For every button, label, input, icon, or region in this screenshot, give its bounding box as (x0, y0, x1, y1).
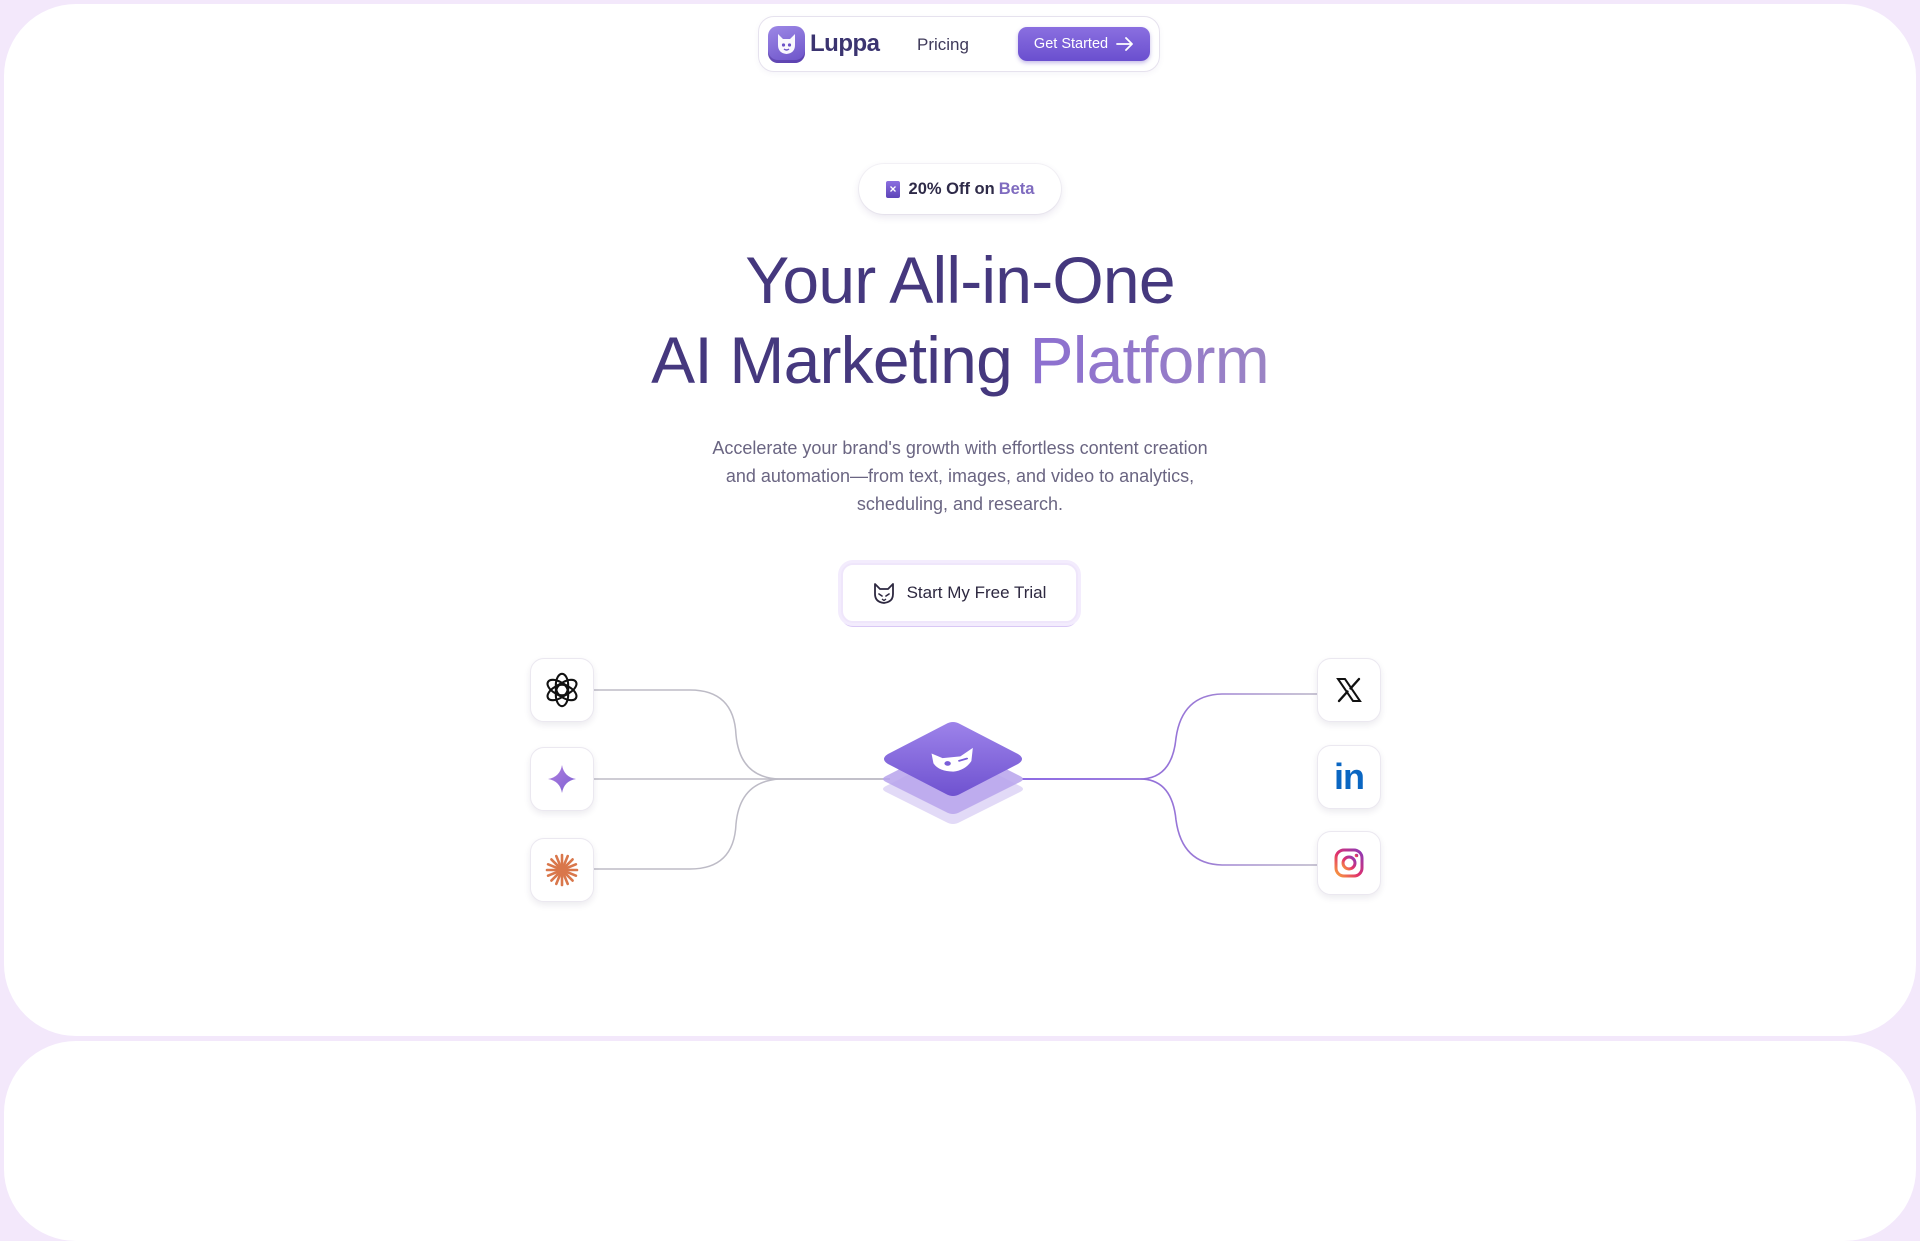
openai-tile[interactable] (530, 658, 594, 722)
gemini-icon (548, 765, 576, 793)
claude-icon (545, 853, 579, 887)
instagram-icon (1334, 848, 1364, 878)
left-connectors (594, 689, 890, 870)
x-icon (1336, 677, 1362, 703)
x-tile[interactable] (1317, 658, 1381, 722)
right-connectors (1022, 693, 1318, 866)
openai-icon (546, 672, 578, 708)
gemini-tile[interactable] (530, 747, 594, 811)
linkedin-icon: in (1334, 756, 1365, 797)
integration-connectors (594, 689, 1318, 870)
luppa-hub-icon (883, 722, 1023, 824)
linkedin-tile[interactable]: in (1317, 745, 1381, 809)
claude-tile[interactable] (530, 838, 594, 902)
instagram-tile[interactable] (1317, 831, 1381, 895)
